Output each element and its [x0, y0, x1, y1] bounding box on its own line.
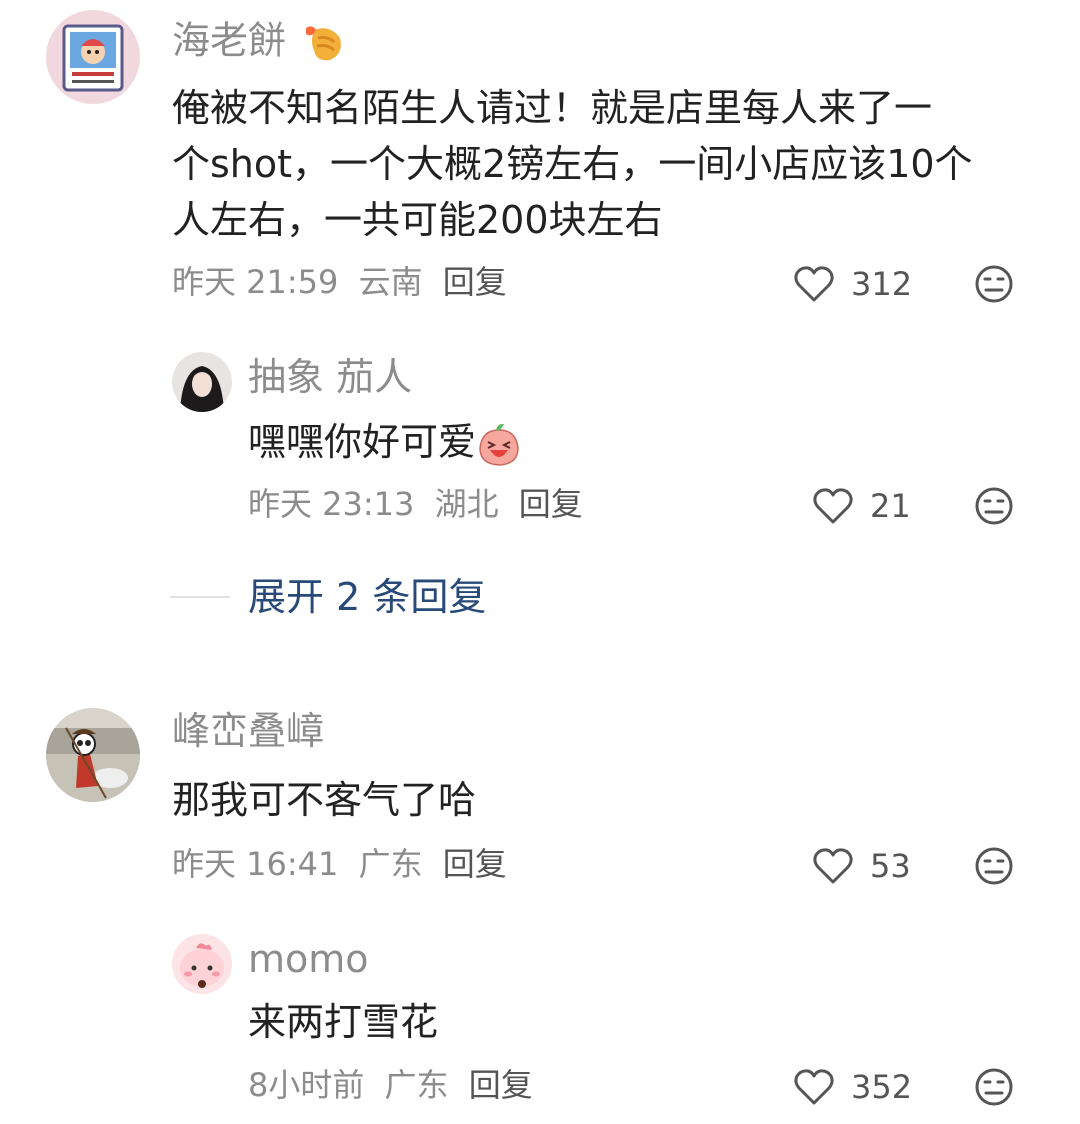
username[interactable]: momo — [248, 940, 369, 978]
comment-text: 俺被不知名陌生人请过！就是店里每人来了一 个shot，一个大概2镑左右，一间小店… — [172, 86, 973, 242]
like-count: 53 — [870, 847, 911, 885]
comment-text: 那我可不客气了哈 — [172, 778, 477, 822]
laughing-peach-emoji — [479, 423, 519, 466]
dislike-button[interactable] — [974, 846, 1014, 886]
reply-button[interactable]: 回复 — [519, 485, 583, 523]
comment-text: 嘿嘿你好可爱 — [248, 414, 1008, 470]
location: 云南 — [358, 263, 423, 301]
timestamp: 昨天 16:41 — [172, 845, 339, 883]
heart-outline-icon — [794, 1069, 834, 1105]
reply-button[interactable]: 回复 — [443, 263, 507, 301]
heart-outline-icon — [794, 266, 834, 302]
comment-meta: 昨天 23:13 湖北 回复 — [248, 488, 593, 520]
like-count: 312 — [851, 265, 913, 303]
username[interactable]: 抽象 茄人 — [248, 358, 412, 396]
username[interactable]: 海老餅 — [172, 20, 346, 66]
meh-face-icon — [975, 1068, 1013, 1106]
avatar[interactable] — [172, 934, 232, 994]
heart-outline-icon — [813, 488, 853, 524]
comment-meta: 昨天 21:59 云南 回复 — [172, 266, 517, 298]
reply-button[interactable]: 回复 — [443, 845, 507, 883]
meh-face-icon — [975, 847, 1013, 885]
location: 广东 — [358, 845, 423, 883]
avatar[interactable] — [172, 352, 232, 412]
timestamp: 昨天 23:13 — [248, 485, 415, 523]
comment-meta: 昨天 16:41 广东 回复 — [172, 848, 517, 880]
like-button[interactable]: 312 — [793, 264, 912, 304]
avatar[interactable] — [46, 10, 140, 104]
meh-face-icon — [975, 487, 1013, 525]
heart-outline-icon — [813, 848, 853, 884]
username[interactable]: 峰峦叠嶂 — [172, 712, 324, 750]
like-count: 352 — [851, 1068, 913, 1106]
like-button[interactable]: 21 — [812, 486, 911, 526]
expand-replies-button[interactable]: 展开 2 条回复 — [170, 578, 486, 616]
meh-face-icon — [975, 265, 1013, 303]
like-button[interactable]: 352 — [793, 1067, 912, 1107]
fried-shrimp-emoji — [306, 26, 341, 61]
dislike-button[interactable] — [974, 1067, 1014, 1107]
expand-replies-label: 展开 2 条回复 — [248, 575, 487, 619]
dislike-button[interactable] — [974, 486, 1014, 526]
dislike-button[interactable] — [974, 264, 1014, 304]
comment-text: 来两打雪花 — [248, 1000, 439, 1044]
like-count: 21 — [870, 487, 911, 525]
avatar[interactable] — [46, 708, 140, 802]
comment-meta: 8小时前 广东 回复 — [248, 1069, 543, 1101]
timestamp: 8小时前 — [248, 1066, 365, 1104]
location: 湖北 — [434, 485, 499, 523]
like-button[interactable]: 53 — [812, 846, 911, 886]
divider — [170, 596, 230, 598]
location: 广东 — [384, 1066, 449, 1104]
timestamp: 昨天 21:59 — [172, 263, 339, 301]
reply-button[interactable]: 回复 — [469, 1066, 533, 1104]
